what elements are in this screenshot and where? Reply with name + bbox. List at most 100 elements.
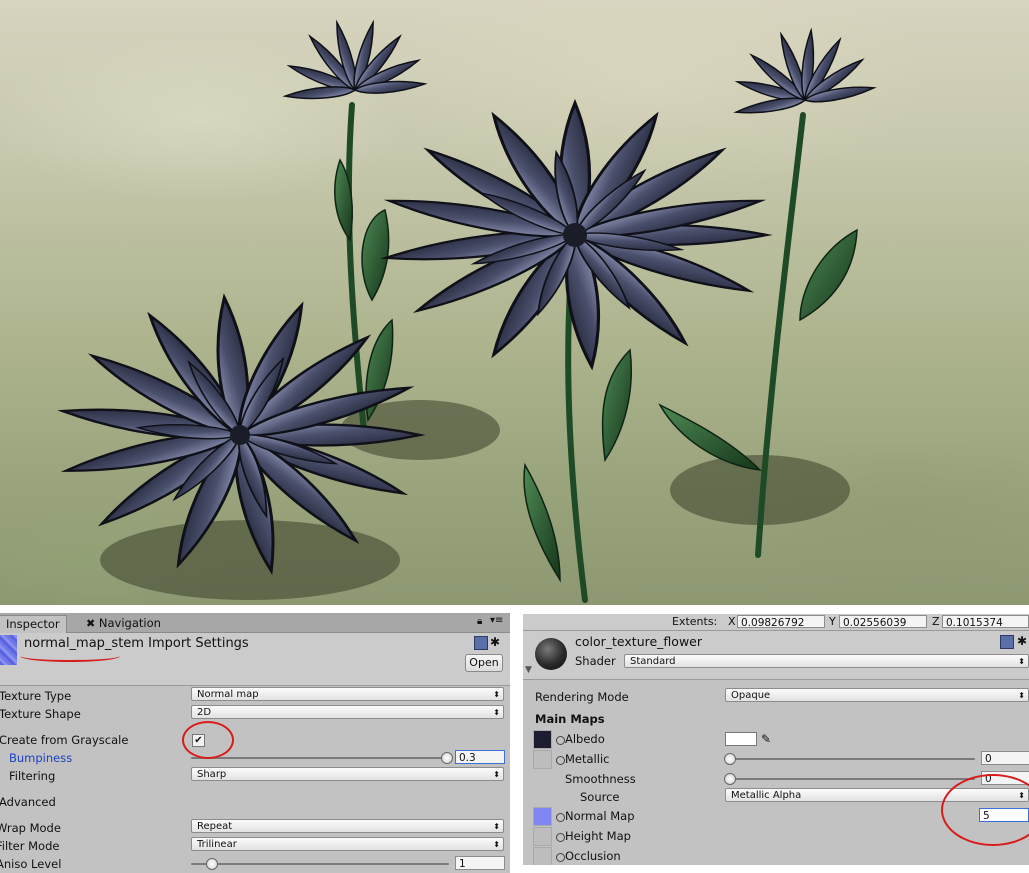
foldout-arrow-icon[interactable]: ▼ (525, 665, 532, 675)
aniso-slider-handle[interactable] (206, 858, 218, 870)
source-value: Metallic Alpha (731, 790, 802, 801)
flower-small-right (734, 29, 876, 119)
albedo-label: Albedo (565, 732, 605, 746)
gear-icon[interactable]: ✱ (1017, 634, 1027, 648)
mesh-extents-row: Extents: X 0.09826792 Y 0.02556039 Z 0.1… (523, 614, 1029, 631)
rendering-mode-label: Rendering Mode (535, 690, 629, 704)
wrap-mode-dropdown[interactable]: Repeat ⬍ (191, 819, 504, 833)
filter-mode-value: Trilinear (197, 839, 237, 850)
filter-mode-dropdown[interactable]: Trilinear ⬍ (191, 837, 504, 851)
bumpiness-slider-handle[interactable] (441, 752, 453, 764)
rendering-mode-dropdown[interactable]: Opaque ⬍ (725, 688, 1029, 702)
shader-label: Shader (575, 654, 616, 668)
dropdown-arrow-icon: ⬍ (1018, 691, 1025, 700)
rendering-mode-row: Rendering Mode Opaque ⬍ (523, 688, 1029, 706)
texture-shape-value: 2D (197, 707, 212, 718)
bumpiness-label: Bumpiness (9, 751, 73, 765)
extents-x-field[interactable]: 0.09826792 (737, 615, 825, 629)
texture-type-label: Texture Type (0, 689, 72, 703)
dropdown-arrow-icon: ⬍ (1018, 657, 1025, 666)
object-picker-icon[interactable] (556, 833, 565, 842)
texture-shape-label: Texture Shape (0, 707, 81, 721)
object-picker-icon[interactable] (556, 736, 565, 745)
dropdown-arrow-icon: ⬍ (493, 708, 500, 717)
texture-type-row: Texture Type Normal map ⬍ (0, 687, 510, 705)
filtering-value: Sharp (197, 769, 227, 780)
eyedropper-icon[interactable]: ✎ (761, 730, 771, 748)
filtering-dropdown[interactable]: Sharp ⬍ (191, 767, 504, 781)
height-map-label: Height Map (565, 829, 631, 843)
smoothness-slider-handle[interactable] (724, 773, 736, 785)
help-icon[interactable] (1000, 635, 1014, 649)
extents-z-field[interactable]: 0.1015374 (942, 615, 1029, 629)
aniso-slider-track[interactable] (191, 863, 449, 865)
annotation-underline (20, 650, 120, 662)
wrap-mode-value: Repeat (197, 821, 233, 832)
texture-shape-row: Texture Shape 2D ⬍ (0, 705, 510, 723)
bumpiness-slider-track[interactable] (191, 757, 446, 759)
metallic-texture-slot[interactable] (533, 750, 552, 769)
albedo-row: Albedo ✎ (523, 730, 1029, 749)
height-map-texture-slot[interactable] (533, 827, 552, 846)
tab-inspector[interactable]: Inspector (0, 615, 67, 633)
metallic-label: Metallic (565, 752, 610, 766)
aniso-level-label: Aniso Level (0, 857, 62, 871)
wrap-mode-label: Wrap Mode (0, 821, 61, 835)
metallic-row: Metallic 0 (523, 750, 1029, 769)
material-name: color_texture_flower (575, 634, 703, 649)
import-settings-title: normal_map_stem Import Settings (24, 636, 249, 651)
object-picker-icon[interactable] (556, 853, 565, 862)
occlusion-label: Occlusion (565, 849, 621, 863)
object-picker-icon[interactable] (556, 813, 565, 822)
metallic-slider-handle[interactable] (724, 753, 736, 765)
lock-icon[interactable]: 🔒︎ (477, 616, 482, 627)
main-maps-row: Main Maps (523, 710, 1029, 728)
extents-z-label: Z (932, 615, 940, 628)
annotation-circle-checkbox (182, 721, 234, 759)
filter-mode-row: Filter Mode Trilinear ⬍ (0, 837, 510, 855)
shader-dropdown[interactable]: Standard ⬍ (624, 654, 1029, 668)
material-inspector-panel: Extents: X 0.09826792 Y 0.02556039 Z 0.1… (523, 614, 1029, 865)
flower-large-center (381, 101, 769, 369)
create-from-grayscale-row: Create from Grayscale ✔ (0, 731, 510, 749)
texture-type-dropdown[interactable]: Normal map ⬍ (191, 687, 504, 701)
smoothness-slider-track[interactable] (729, 778, 975, 780)
rendering-mode-value: Opaque (731, 690, 771, 701)
inspector-tab-bar: Inspector ✖ Navigation 🔒︎ ▾≡ (0, 613, 510, 633)
extents-label: Extents: (672, 615, 718, 628)
metallic-slider-track[interactable] (729, 758, 975, 760)
title-suffix: Import Settings (148, 636, 249, 651)
texture-shape-dropdown[interactable]: 2D ⬍ (191, 705, 504, 719)
aniso-level-row: Aniso Level 1 (0, 855, 510, 873)
gear-icon[interactable]: ✱ (490, 635, 500, 649)
bumpiness-field[interactable]: 0.3 (455, 750, 505, 764)
normal-map-texture-slot[interactable] (533, 807, 552, 826)
material-header: ▼ color_texture_flower Shader Standard ⬍ … (523, 631, 1029, 680)
create-from-grayscale-label: Create from Grayscale (0, 733, 129, 747)
filtering-label: Filtering (9, 769, 56, 783)
help-icon[interactable] (474, 636, 488, 650)
extents-x-label: X (728, 615, 736, 628)
albedo-texture-slot[interactable] (533, 730, 552, 749)
metallic-field[interactable]: 0 (981, 751, 1029, 765)
compass-icon: ✖ (86, 617, 96, 630)
texture-inspector-panel: Inspector ✖ Navigation 🔒︎ ▾≡ normal_map_… (0, 613, 510, 873)
scene-render (58, 20, 876, 603)
texture-type-value: Normal map (197, 689, 259, 700)
tab-navigation[interactable]: ✖ Navigation (80, 615, 167, 632)
albedo-color-swatch[interactable] (725, 732, 757, 746)
extents-y-field[interactable]: 0.02556039 (839, 615, 927, 629)
object-picker-icon[interactable] (556, 756, 565, 765)
occlusion-row: Occlusion (523, 847, 1029, 865)
advanced-foldout[interactable]: Advanced (0, 793, 56, 811)
scene-viewport[interactable] (0, 0, 1029, 605)
filtering-row: Filtering Sharp ⬍ (0, 767, 510, 785)
material-preview-sphere (535, 638, 567, 670)
tab-navigation-label: Navigation (98, 616, 161, 630)
normal-map-label: Normal Map (565, 809, 635, 823)
open-button[interactable]: Open (465, 654, 503, 672)
aniso-level-field[interactable]: 1 (455, 856, 505, 870)
asset-name: normal_map_stem (24, 636, 144, 651)
panel-menu-icon[interactable]: ▾≡ (490, 615, 503, 626)
occlusion-texture-slot[interactable] (533, 847, 552, 865)
